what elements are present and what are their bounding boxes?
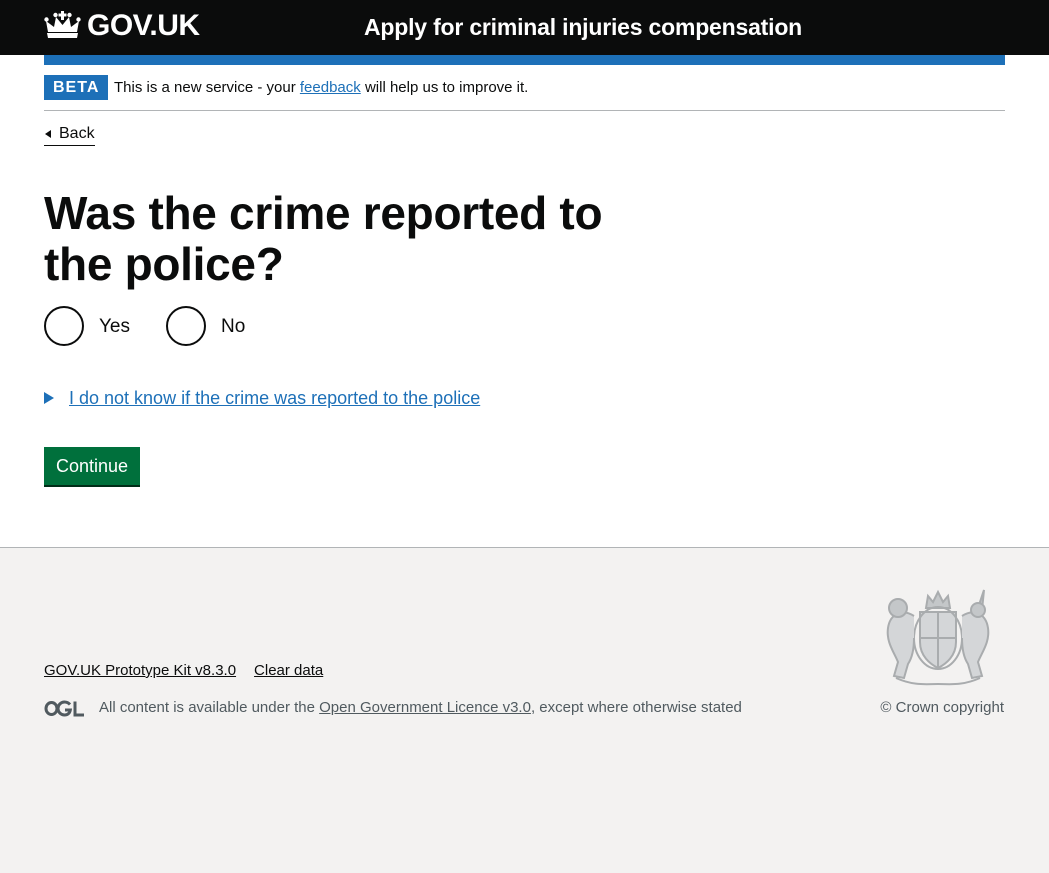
- footer-links: GOV.UK Prototype Kit v8.3.0 Clear data: [44, 661, 341, 681]
- radio-no-input[interactable]: [166, 306, 206, 346]
- radio-yes-input[interactable]: [44, 306, 84, 346]
- radio-group: Yes No: [44, 306, 281, 346]
- continue-button[interactable]: Continue: [44, 447, 141, 485]
- service-name-link[interactable]: Apply for criminal injuries compensation: [364, 12, 802, 42]
- header-stripe: [44, 55, 1005, 65]
- crown-copyright-link[interactable]: © Crown copyright: [880, 698, 1004, 718]
- radio-yes-label[interactable]: Yes: [99, 314, 130, 339]
- licence-text: All content is available under the Open …: [99, 698, 742, 718]
- phase-banner-text: This is a new service - your feedback wi…: [114, 78, 528, 98]
- royal-coat-of-arms-icon: [886, 589, 990, 686]
- phase-text-after: will help us to improve it.: [360, 79, 529, 96]
- crown-icon: [44, 11, 81, 38]
- page-title: Was the crime reported to the police?: [44, 187, 603, 290]
- page: GOV.UK Apply for criminal injuries compe…: [0, 0, 1049, 548]
- phase-banner: BETA This is a new service - your feedba…: [44, 65, 1005, 111]
- licence-text-after: , except where otherwise stated: [530, 699, 742, 716]
- govuk-logo-link[interactable]: GOV.UK: [44, 10, 200, 42]
- footer-link-prototype-kit[interactable]: GOV.UK Prototype Kit v8.3.0: [44, 661, 236, 681]
- footer-link-clear-data[interactable]: Clear data: [254, 661, 323, 681]
- radio-yes[interactable]: Yes: [44, 306, 130, 346]
- radio-no-label[interactable]: No: [221, 314, 245, 339]
- back-link[interactable]: Back: [44, 124, 95, 146]
- feedback-link[interactable]: feedback: [300, 79, 361, 96]
- phase-text-before: This is a new service - your: [114, 79, 300, 96]
- licence-text-before: All content is available under the: [99, 699, 320, 716]
- radio-no[interactable]: No: [166, 306, 245, 346]
- logo-text: GOV.UK: [87, 9, 200, 42]
- details-summary[interactable]: I do not know if the crime was reported …: [69, 386, 480, 410]
- licence-link[interactable]: Open Government Licence v3.0: [319, 699, 531, 716]
- licence-info: All content is available under the Open …: [44, 698, 742, 718]
- back-link-label: Back: [59, 125, 95, 142]
- header: GOV.UK Apply for criminal injuries compe…: [0, 0, 1049, 55]
- footer: GOV.UK Prototype Kit v8.3.0 Clear data A…: [0, 547, 1049, 873]
- details-toggle[interactable]: I do not know if the crime was reported …: [44, 386, 480, 410]
- triangle-right-icon: [44, 392, 54, 404]
- back-arrow-icon: [45, 130, 51, 138]
- phase-tag: BETA: [44, 75, 109, 100]
- ogl-logo-icon: [44, 699, 84, 717]
